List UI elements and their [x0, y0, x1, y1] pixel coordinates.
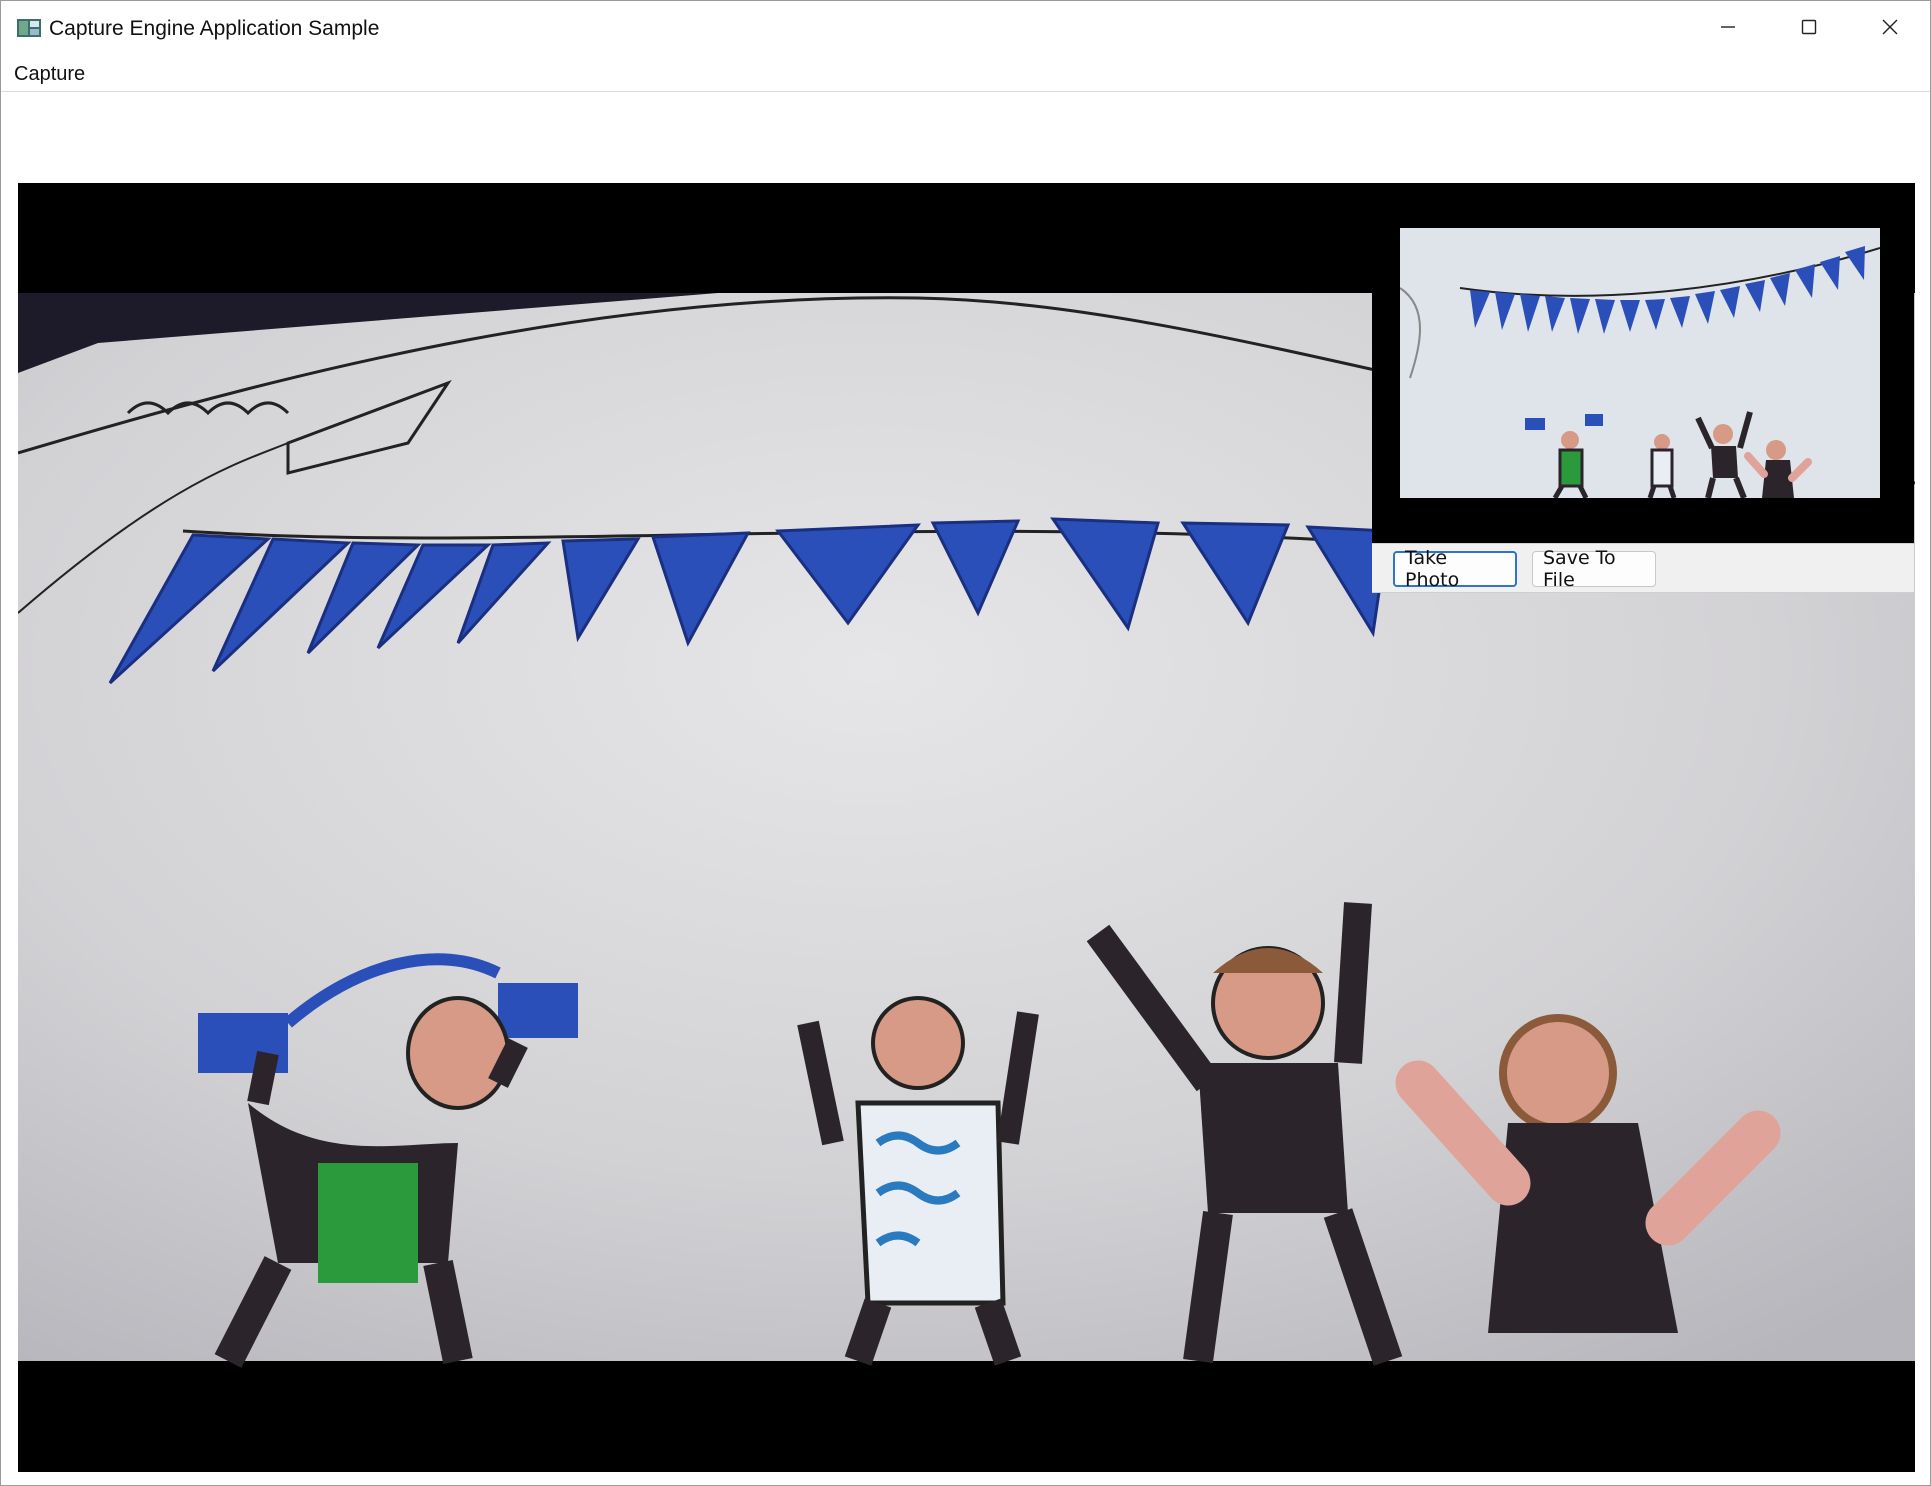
take-photo-button[interactable]: Take Photo: [1393, 547, 1517, 591]
close-icon: [1882, 19, 1898, 40]
photo-toolbar: Take Photo Save To File: [1372, 543, 1914, 593]
menu-bar: Capture: [1, 57, 1930, 92]
maximize-button[interactable]: [1769, 1, 1849, 57]
save-to-file-button[interactable]: Save To File: [1532, 547, 1656, 591]
window-title: Capture Engine Application Sample: [49, 17, 380, 40]
minimize-icon: [1720, 19, 1736, 40]
menu-capture[interactable]: Capture: [14, 61, 85, 87]
app-icon: [17, 18, 41, 38]
title-bar[interactable]: Capture Engine Application Sample: [1, 1, 1930, 57]
maximize-icon: [1801, 19, 1817, 40]
close-button[interactable]: [1850, 1, 1930, 57]
minimize-button[interactable]: [1688, 1, 1768, 57]
photo-preview: [1400, 228, 1880, 498]
app-window: Capture Engine Application Sample Captur…: [0, 0, 1931, 1486]
